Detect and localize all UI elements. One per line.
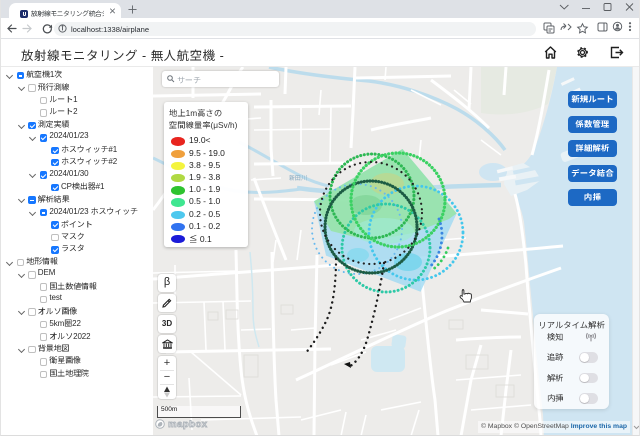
svg-text:新田川: 新田川 <box>288 174 307 182</box>
